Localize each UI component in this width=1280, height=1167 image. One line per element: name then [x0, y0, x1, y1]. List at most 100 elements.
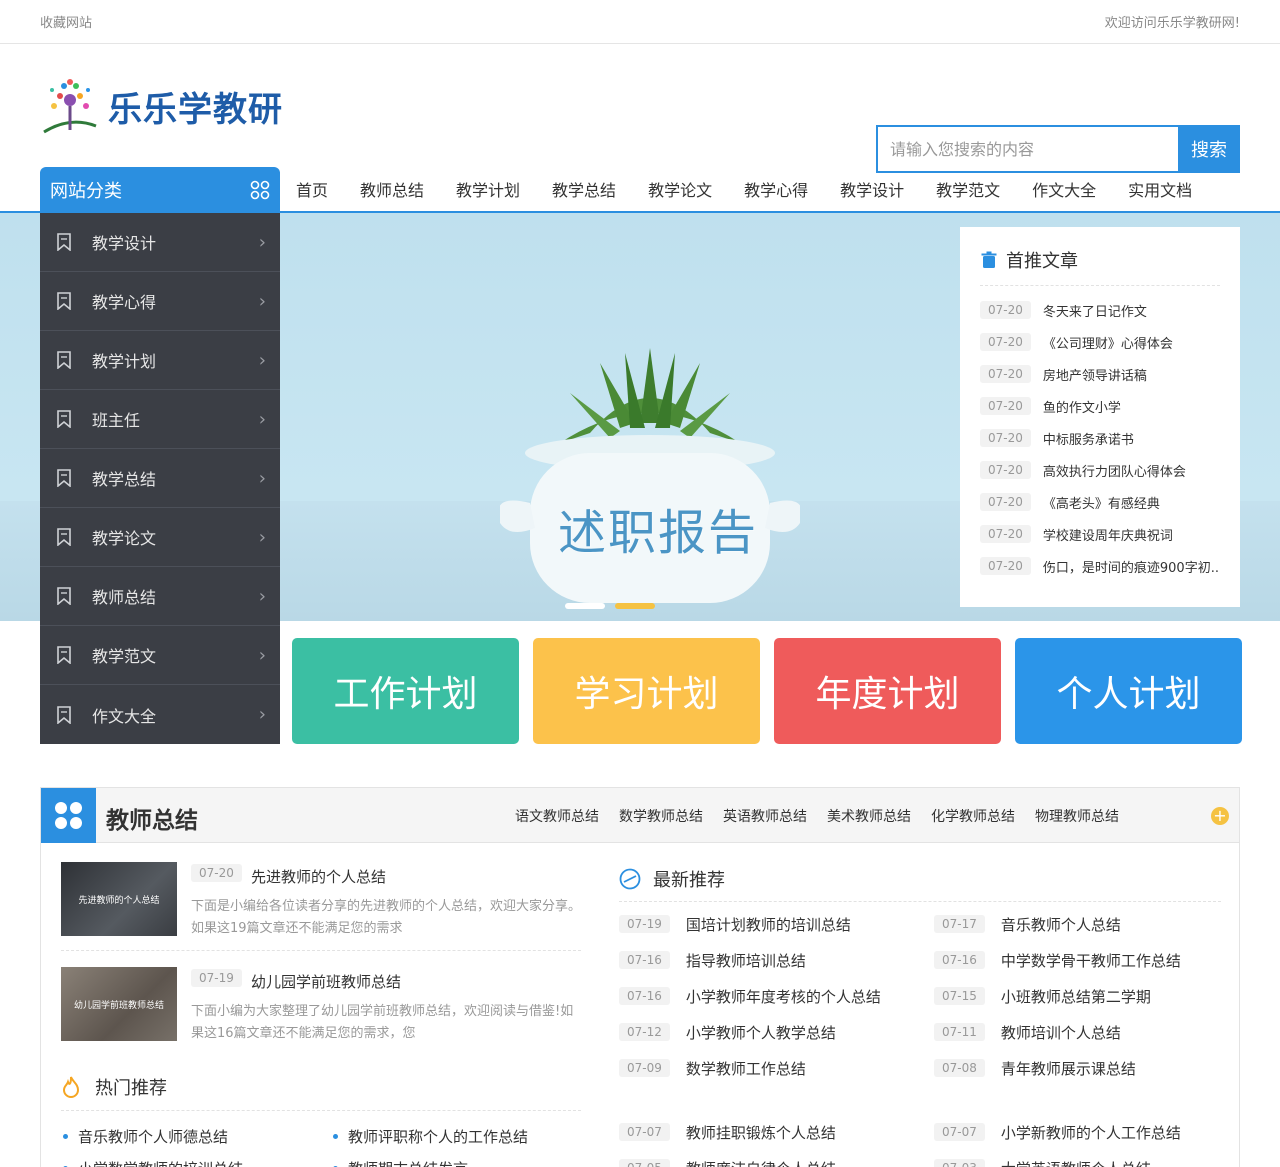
list-item[interactable]: 07-17 音乐教师个人总结 [934, 906, 1249, 942]
article-title[interactable]: 中标服务承诺书 [1043, 429, 1134, 448]
tile-work-plan[interactable]: 工作计划 [292, 638, 519, 744]
tab-art-teacher[interactable]: 美术教师总结 [827, 806, 911, 826]
list-item[interactable]: 07-16 中学数学骨干教师工作总结 [934, 942, 1249, 978]
article-title[interactable]: 国培计划教师的培训总结 [686, 914, 851, 935]
nav-link-teaching-design[interactable]: 教学设计 [824, 177, 920, 201]
carousel-dot-1[interactable] [565, 603, 605, 609]
nav-link-teacher-summary[interactable]: 教师总结 [344, 177, 440, 201]
nav-link-teaching-summary[interactable]: 教学总结 [536, 177, 632, 201]
tab-math-teacher[interactable]: 数学教师总结 [619, 806, 703, 826]
nav-link-teaching-insight[interactable]: 教学心得 [728, 177, 824, 201]
list-item[interactable]: 07-07 小学新教师的个人工作总结 [934, 1114, 1249, 1150]
nav-link-teaching-sample[interactable]: 教学范文 [920, 177, 1016, 201]
tab-chinese-teacher[interactable]: 语文教师总结 [515, 806, 599, 826]
article-title[interactable]: 冬天来了日记作文 [1043, 301, 1147, 320]
chevron-right-icon: › [258, 526, 266, 548]
article-title[interactable]: 《公司理财》心得体会 [1043, 333, 1173, 352]
list-item[interactable]: 07-07 教师挂职锻炼个人总结 [619, 1114, 934, 1150]
list-item[interactable]: 07-19 国培计划教师的培训总结 [619, 906, 934, 942]
list-item[interactable]: 07-11 教师培训个人总结 [934, 1014, 1249, 1050]
sidebar-item-teaching-sample[interactable]: 教学范文 › [40, 626, 280, 685]
sidebar-item-teaching-paper[interactable]: 教学论文 › [40, 508, 280, 567]
sidebar-item-teaching-insight[interactable]: 教学心得 › [40, 272, 280, 331]
list-item[interactable]: 07-15 小班教师总结第二学期 [934, 978, 1249, 1014]
sidebar-item-head-teacher[interactable]: 班主任 › [40, 390, 280, 449]
article-title[interactable]: 教师挂职锻炼个人总结 [686, 1122, 836, 1143]
more-plus-icon[interactable]: + [1211, 807, 1229, 825]
article-title[interactable]: 《高老头》有感经典 [1043, 493, 1160, 512]
list-item[interactable]: 07-08 青年教师展示课总结 [934, 1050, 1249, 1086]
tile-annual-plan[interactable]: 年度计划 [774, 638, 1001, 744]
list-item[interactable]: 07-20 高效执行力团队心得体会 [980, 454, 1220, 486]
list-item[interactable]: 07-16 指导教师培训总结 [619, 942, 934, 978]
list-item[interactable]: 07-16 小学教师年度考核的个人总结 [619, 978, 934, 1014]
sidebar-item-label: 作文大全 [92, 706, 157, 726]
list-item[interactable]: 07-05 教师廉洁自律个人总结 [619, 1150, 934, 1167]
tab-english-teacher[interactable]: 英语教师总结 [723, 806, 807, 826]
list-item[interactable]: 07-12 小学教师个人教学总结 [619, 1014, 934, 1050]
article-title[interactable]: 指导教师培训总结 [686, 950, 806, 971]
nav-link-teaching-paper[interactable]: 教学论文 [632, 177, 728, 201]
article-item[interactable]: 先进教师的个人总结 07-20 先进教师的个人总结 下面是小编给各位读者分享的先… [61, 862, 581, 952]
list-item[interactable]: 小学数学教师的培训总结 [61, 1152, 331, 1167]
article-title[interactable]: 伤口，是时间的痕迹900字初... [1043, 557, 1220, 576]
nav-link-home[interactable]: 首页 [280, 177, 344, 201]
article-title[interactable]: 音乐教师个人总结 [1001, 914, 1121, 935]
article-thumbnail[interactable]: 先进教师的个人总结 [61, 862, 177, 936]
article-title[interactable]: 教师廉洁自律个人总结 [686, 1158, 836, 1167]
sidebar-item-teaching-design[interactable]: 教学设计 › [40, 213, 280, 272]
article-title[interactable]: 先进教师的个人总结 [251, 866, 386, 887]
list-item[interactable]: 07-03 大学英语教师个人总结 [934, 1150, 1249, 1167]
article-title[interactable]: 大学英语教师个人总结 [1001, 1158, 1151, 1167]
article-title[interactable]: 小学新教师的个人工作总结 [1001, 1122, 1181, 1143]
list-item[interactable]: 07-20 学校建设周年庆典祝词 [980, 518, 1220, 550]
nav-link-essays[interactable]: 作文大全 [1016, 177, 1112, 201]
article-title[interactable]: 学校建设周年庆典祝词 [1043, 525, 1173, 544]
date-badge: 07-08 [934, 1059, 985, 1077]
category-menu-header[interactable]: 网站分类 [40, 167, 280, 213]
flame-icon [62, 1076, 80, 1098]
article-title[interactable]: 房地产领导讲话稿 [1043, 365, 1147, 384]
list-item[interactable]: 07-20 鱼的作文小学 [980, 390, 1220, 422]
sidebar-item-essays[interactable]: 作文大全 › [40, 685, 280, 744]
category-sidebar: 教学设计 › 教学心得 › 教学计划 › 班主任 › 教学总结 › 教学论文 ›… [40, 213, 280, 744]
article-title[interactable]: 小班教师总结第二学期 [1001, 986, 1151, 1007]
list-item[interactable]: 07-20 冬天来了日记作文 [980, 294, 1220, 326]
list-item[interactable]: 07-20 《公司理财》心得体会 [980, 326, 1220, 358]
article-title[interactable]: 青年教师展示课总结 [1001, 1058, 1136, 1079]
nav-link-teaching-plan[interactable]: 教学计划 [440, 177, 536, 201]
tab-chemistry-teacher[interactable]: 化学教师总结 [931, 806, 1015, 826]
list-item[interactable]: 音乐教师个人师德总结 [61, 1120, 331, 1152]
article-item[interactable]: 幼儿园学前班教师总结 07-19 幼儿园学前班教师总结 下面小编为大家整理了幼儿… [61, 967, 581, 1057]
article-title[interactable]: 中学数学骨干教师工作总结 [1001, 950, 1181, 971]
sidebar-item-teacher-summary[interactable]: 教师总结 › [40, 567, 280, 626]
article-thumbnail[interactable]: 幼儿园学前班教师总结 [61, 967, 177, 1041]
article-title[interactable]: 小学教师年度考核的个人总结 [686, 986, 881, 1007]
list-item[interactable]: 教师评职称个人的工作总结 [331, 1120, 601, 1152]
bookmark-site-link[interactable]: 收藏网站 [40, 12, 92, 31]
article-title[interactable]: 数学教师工作总结 [686, 1058, 806, 1079]
article-title[interactable]: 教师培训个人总结 [1001, 1022, 1121, 1043]
tile-personal-plan[interactable]: 个人计划 [1015, 638, 1242, 744]
carousel-dot-2[interactable] [615, 603, 655, 609]
list-item[interactable]: 07-20 伤口，是时间的痕迹900字初... [980, 550, 1220, 582]
logo-tree-icon [43, 79, 97, 134]
list-item[interactable]: 07-20 中标服务承诺书 [980, 422, 1220, 454]
article-title[interactable]: 幼儿园学前班教师总结 [251, 971, 401, 992]
search-input[interactable] [876, 125, 1178, 173]
article-title[interactable]: 高效执行力团队心得体会 [1043, 461, 1186, 480]
list-item[interactable]: 教师期末总结发言 [331, 1152, 601, 1167]
nav-link-documents[interactable]: 实用文档 [1112, 177, 1208, 201]
tab-physics-teacher[interactable]: 物理教师总结 [1035, 806, 1119, 826]
sidebar-item-teaching-summary[interactable]: 教学总结 › [40, 449, 280, 508]
tile-study-plan[interactable]: 学习计划 [533, 638, 760, 744]
article-title[interactable]: 鱼的作文小学 [1043, 397, 1121, 416]
latest-recommend-header: 最新推荐 [619, 866, 725, 892]
search-button[interactable]: 搜索 [1178, 125, 1240, 173]
list-item[interactable]: 07-20 房地产领导讲话稿 [980, 358, 1220, 390]
list-item[interactable]: 07-09 数学教师工作总结 [619, 1050, 934, 1086]
site-logo[interactable]: 乐乐学教研 [40, 76, 283, 136]
sidebar-item-teaching-plan[interactable]: 教学计划 › [40, 331, 280, 390]
article-title[interactable]: 小学教师个人教学总结 [686, 1022, 836, 1043]
list-item[interactable]: 07-20 《高老头》有感经典 [980, 486, 1220, 518]
